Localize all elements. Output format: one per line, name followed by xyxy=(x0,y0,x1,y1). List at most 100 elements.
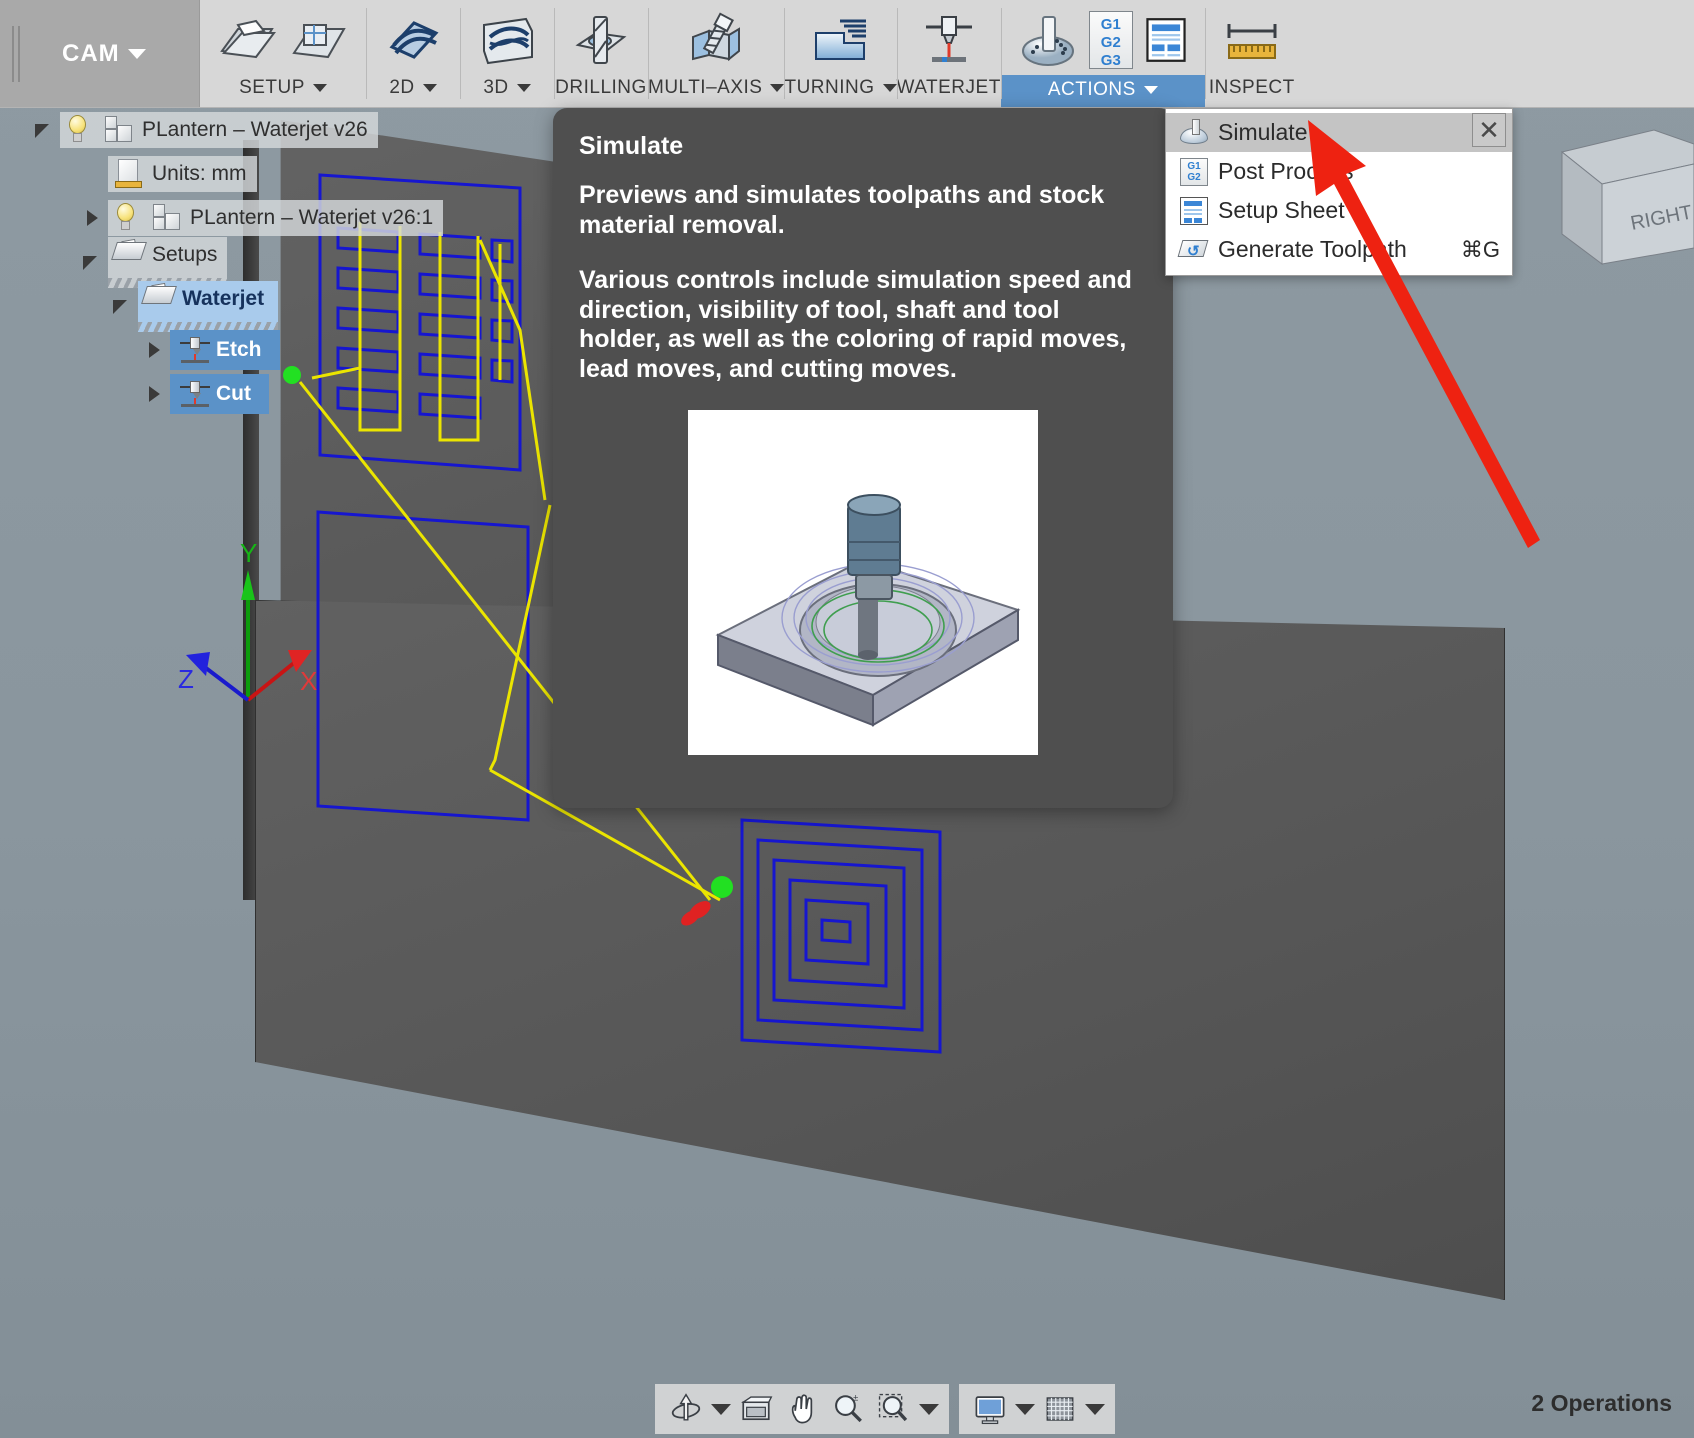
simulate-icon[interactable] xyxy=(1017,9,1079,71)
chevron-down-icon[interactable] xyxy=(312,84,327,92)
tree-row-content[interactable]: Cut xyxy=(170,374,269,414)
ribbon-group-label-actions[interactable]: ACTIONS xyxy=(1000,75,1205,107)
units-doc-icon xyxy=(114,159,144,189)
menu-item-generate-toolpath[interactable]: ↺ Generate Toolpath ⌘G xyxy=(1166,230,1512,269)
twisty-closed-icon[interactable] xyxy=(78,204,106,232)
chevron-down-icon[interactable] xyxy=(1085,1403,1105,1415)
ribbon-group-multi-axis: MULTI–AXIS xyxy=(648,0,785,107)
menu-item-label: Simulate xyxy=(1218,119,1308,145)
ribbon-group-label-turning[interactable]: TURNING xyxy=(784,77,897,103)
ribbon-group-3d: 3D xyxy=(460,0,554,107)
tree-row-etch-operation[interactable]: Etch xyxy=(140,328,500,372)
tree-row-units[interactable]: Units: mm xyxy=(108,152,500,196)
ribbon-group-label-inspect[interactable]: INSPECT xyxy=(1209,77,1295,103)
chevron-down-icon[interactable] xyxy=(882,84,897,92)
display-settings-icon[interactable] xyxy=(969,1389,1011,1429)
menu-item-setup-sheet[interactable]: Setup Sheet xyxy=(1166,191,1512,230)
tree-row-content[interactable]: PLantern – Waterjet v26 xyxy=(60,112,378,148)
zoom-window-icon[interactable] xyxy=(873,1389,915,1429)
2d-milling-icon[interactable] xyxy=(382,11,444,73)
tree-row-label: Setups xyxy=(152,242,218,266)
measure-icon[interactable] xyxy=(1221,11,1283,73)
ribbon-group-inspect: INSPECT xyxy=(1204,0,1299,107)
ribbon-group-label-multi-axis[interactable]: MULTI–AXIS xyxy=(648,77,785,103)
chevron-down-icon[interactable] xyxy=(1143,86,1158,94)
status-operations-count: 2 Operations xyxy=(1531,1390,1672,1416)
view-cube[interactable]: RIGHT xyxy=(1544,112,1694,272)
twisty-open-icon[interactable] xyxy=(78,248,106,276)
waterjet-op-icon xyxy=(178,335,210,365)
ribbon-group-label-setup[interactable]: SETUP xyxy=(239,77,327,103)
turning-icon[interactable] xyxy=(810,11,872,73)
twisty-open-icon[interactable] xyxy=(108,292,136,320)
tree-row-content[interactable]: PLantern – Waterjet v26:1 xyxy=(108,200,444,236)
menu-item-simulate[interactable]: Simulate xyxy=(1166,113,1512,152)
tree-row-label: PLantern – Waterjet v26:1 xyxy=(190,206,434,229)
post-process-icon[interactable]: G1 G2 G3 xyxy=(1088,10,1133,69)
tree-row-content[interactable]: Waterjet xyxy=(138,280,279,332)
light-bulb-icon[interactable] xyxy=(114,203,144,233)
multi-axis-icon[interactable] xyxy=(685,11,747,73)
grid-snap-icon[interactable] xyxy=(1039,1389,1081,1429)
menu-item-post-process[interactable]: G1 G2 Post Process xyxy=(1166,152,1512,191)
orbit-icon[interactable] xyxy=(665,1389,707,1429)
part-icon xyxy=(152,204,182,232)
tree-row-cut-operation[interactable]: Cut xyxy=(140,372,500,416)
chevron-down-icon[interactable] xyxy=(919,1403,939,1415)
3d-milling-icon[interactable] xyxy=(476,11,538,73)
tree-row-label: Cut xyxy=(216,382,251,405)
tree-row-setups[interactable]: Setups xyxy=(78,236,500,288)
ribbon-toolbar: CAM SETUP 2D 3D DRILLING MULTI–AXIS TURN… xyxy=(0,0,1694,108)
menu-item-label: Generate Toolpath xyxy=(1218,236,1407,262)
pan-hand-icon[interactable] xyxy=(781,1389,823,1429)
part-icon xyxy=(104,116,134,144)
ribbon-group-label-3d[interactable]: 3D xyxy=(483,77,531,103)
tree-row-waterjet-setup[interactable]: Waterjet xyxy=(108,280,500,332)
tooltip-title: Simulate xyxy=(579,132,684,160)
tooltip-paragraph-1: Previews and simulates toolpaths and sto… xyxy=(579,181,1105,239)
tree-row-content[interactable]: Etch xyxy=(170,330,280,370)
ribbon-group-label-2d[interactable]: 2D xyxy=(389,77,437,103)
ribbon-group-actions: G1 G2 G3 ACTIONS xyxy=(1000,0,1205,107)
toolbar-grip-icon[interactable] xyxy=(12,26,24,82)
close-icon[interactable]: ✕ xyxy=(1472,113,1506,147)
chevron-down-icon[interactable] xyxy=(422,84,437,92)
ribbon-group-label-drilling[interactable]: DRILLING xyxy=(555,77,647,103)
menu-item-label: Post Process xyxy=(1218,158,1354,184)
navbar-group-display xyxy=(959,1384,1115,1434)
tooltip-paragraph-2: Various controls include simulation spee… xyxy=(579,266,1132,383)
zoom-icon[interactable]: ± xyxy=(827,1389,869,1429)
new-setup-icon[interactable] xyxy=(216,11,278,73)
navbar-group-view: ± xyxy=(655,1384,949,1434)
drilling-icon[interactable] xyxy=(570,11,632,73)
chevron-down-icon[interactable] xyxy=(711,1403,731,1415)
origin-triad xyxy=(186,570,312,702)
tree-row-label: Units: mm xyxy=(152,162,247,185)
setup-icon xyxy=(141,282,177,314)
workspace-label: CAM xyxy=(62,39,120,67)
workspace-switcher[interactable]: CAM xyxy=(0,0,200,107)
ribbon-group-2d: 2D xyxy=(366,0,460,107)
twisty-open-icon[interactable] xyxy=(30,116,58,144)
twisty-closed-icon[interactable] xyxy=(140,336,168,364)
chevron-down-icon[interactable] xyxy=(770,84,785,92)
setup-sheet-icon[interactable] xyxy=(1143,11,1189,69)
navigation-toolbar: ± xyxy=(655,1384,1115,1434)
twisty-closed-icon[interactable] xyxy=(140,380,168,408)
tree-row-plantern-root[interactable]: PLantern – Waterjet v26 xyxy=(30,108,500,152)
chevron-down-icon[interactable] xyxy=(127,48,146,59)
new-folder-icon[interactable] xyxy=(288,11,350,73)
tree-row-plantern-instance[interactable]: PLantern – Waterjet v26:1 xyxy=(78,196,500,240)
fusion360-cam-window: Y X Z RIGHT CAM SETUP 2D 3D DRILLING MUL… xyxy=(0,0,1694,1438)
generate-toolpath-icon: ↺ xyxy=(1177,236,1209,264)
chevron-down-icon[interactable] xyxy=(516,84,531,92)
simulation-preview-image xyxy=(688,410,1038,755)
pan-view-icon[interactable] xyxy=(735,1389,777,1429)
ribbon-group-label-waterjet[interactable]: WATERJET xyxy=(897,77,1001,103)
tree-row-content[interactable]: Units: mm xyxy=(108,156,257,192)
chevron-down-icon[interactable] xyxy=(1015,1403,1035,1415)
ribbon-group-drilling: DRILLING xyxy=(554,0,648,107)
tree-row-label: Waterjet xyxy=(182,286,265,310)
waterjet-icon[interactable] xyxy=(918,11,980,73)
light-bulb-icon[interactable] xyxy=(66,115,96,145)
